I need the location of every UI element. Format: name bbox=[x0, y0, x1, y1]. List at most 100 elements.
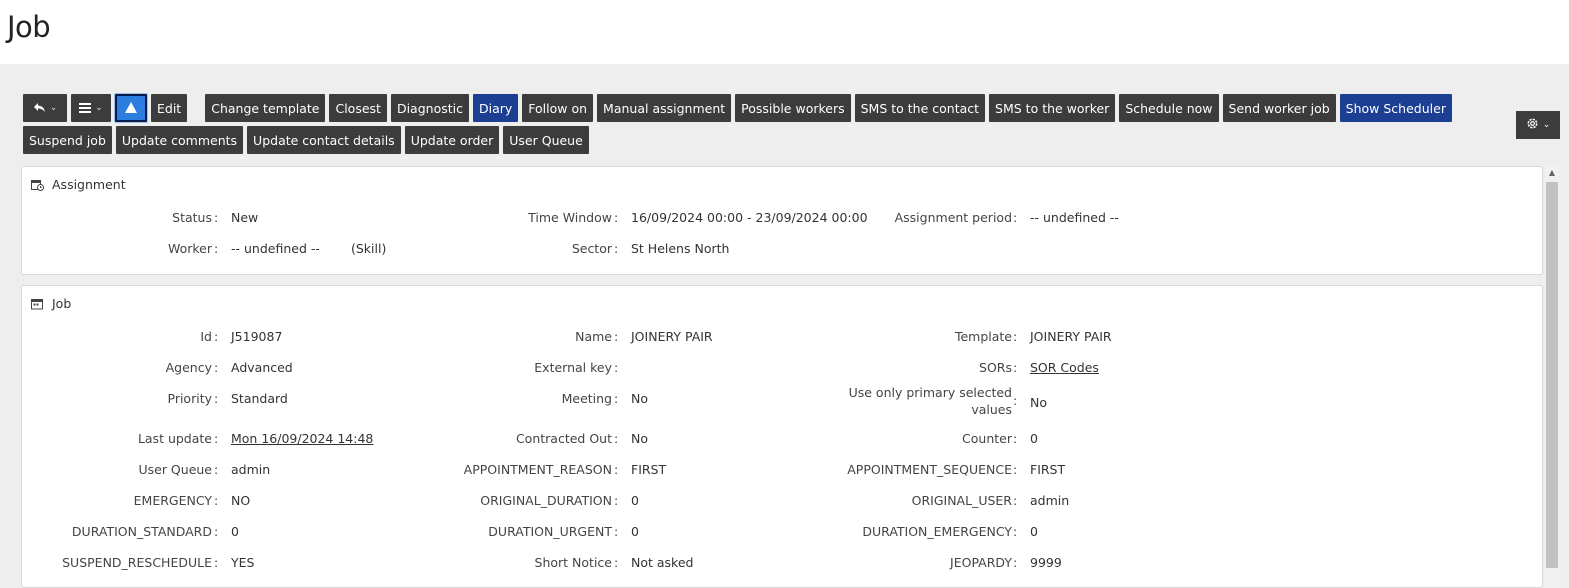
job-panel: Job Id : J519087 Name : JOINERY PAIR Tem… bbox=[21, 285, 1543, 588]
reply-icon bbox=[33, 101, 46, 116]
appointment-sequence-label: APPOINTMENT_SEQUENCE bbox=[847, 462, 1012, 477]
chevron-down-icon: ⌄ bbox=[49, 103, 58, 113]
job-panel-header: Job bbox=[31, 296, 71, 311]
agency-value: Advanced bbox=[231, 360, 293, 375]
suspend-job-button[interactable]: Suspend job bbox=[23, 126, 112, 154]
closest-button[interactable]: Closest bbox=[329, 94, 387, 122]
last-update-link[interactable]: Mon 16/09/2024 14:48 bbox=[231, 431, 373, 446]
action-toolbar: ⌄ ⌄ Edit Change template Closest Diagnos… bbox=[23, 94, 1513, 154]
time-window-label: Time Window bbox=[528, 210, 612, 225]
assignment-period-value: -- undefined -- bbox=[1030, 210, 1119, 225]
vertical-scrollbar[interactable]: ▲ bbox=[1545, 166, 1559, 588]
duration-standard-colon: : bbox=[214, 524, 219, 539]
time-window-colon: : bbox=[614, 210, 619, 225]
duration-emergency-label: DURATION_EMERGENCY bbox=[862, 524, 1012, 539]
back-menu-button[interactable]: ⌄ bbox=[23, 94, 67, 122]
contracted-out-colon: : bbox=[614, 431, 619, 446]
external-key-colon: : bbox=[614, 360, 619, 375]
sector-colon: : bbox=[614, 241, 619, 256]
list-menu-button[interactable]: ⌄ bbox=[71, 94, 111, 122]
name-label: Name bbox=[575, 329, 612, 344]
template-colon: : bbox=[1013, 329, 1018, 344]
last-update-colon: : bbox=[214, 431, 219, 446]
short-notice-value: Not asked bbox=[631, 555, 694, 570]
page-header: Job bbox=[0, 0, 1569, 64]
duration-standard-label: DURATION_STANDARD bbox=[71, 524, 212, 539]
schedule-now-button[interactable]: Schedule now bbox=[1119, 94, 1219, 122]
agency-label: Agency bbox=[165, 360, 212, 375]
assignment-panel-header: Assignment bbox=[31, 177, 126, 192]
update-order-button[interactable]: Update order bbox=[404, 126, 500, 154]
duration-urgent-colon: : bbox=[614, 524, 619, 539]
send-worker-job-button[interactable]: Send worker job bbox=[1222, 94, 1336, 122]
appointment-reason-value: FIRST bbox=[631, 462, 667, 477]
job-title: Job bbox=[52, 296, 72, 311]
emergency-colon: : bbox=[214, 493, 219, 508]
worker-skill: (Skill) bbox=[351, 241, 387, 256]
meeting-label: Meeting bbox=[561, 391, 612, 406]
settings-menu-button[interactable]: ⌄ bbox=[1516, 111, 1560, 139]
meeting-colon: : bbox=[614, 391, 619, 406]
priority-value: Standard bbox=[231, 391, 288, 406]
template-value: JOINERY PAIR bbox=[1030, 329, 1112, 344]
worker-label: Worker bbox=[167, 241, 212, 256]
agency-colon: : bbox=[214, 360, 219, 375]
assignment-panel: Assignment Status : New Time Window : 16… bbox=[21, 166, 1543, 275]
sms-worker-button[interactable]: SMS to the worker bbox=[989, 94, 1116, 122]
emergency-value: NO bbox=[231, 493, 251, 508]
jeopardy-label: JEOPARDY bbox=[950, 555, 1012, 570]
update-comments-button[interactable]: Update comments bbox=[115, 126, 244, 154]
jeopardy-value: 9999 bbox=[1030, 555, 1062, 570]
worker-value: -- undefined -- bbox=[231, 241, 320, 256]
edit-button[interactable]: Edit bbox=[151, 94, 188, 122]
sms-contact-button[interactable]: SMS to the contact bbox=[854, 94, 986, 122]
suspend-reschedule-value: YES bbox=[231, 555, 255, 570]
user-queue-value: admin bbox=[231, 462, 271, 477]
sors-colon: : bbox=[1013, 360, 1018, 375]
name-colon: : bbox=[614, 329, 619, 344]
user-queue-label: User Queue bbox=[138, 462, 212, 477]
priority-colon: : bbox=[214, 391, 219, 406]
last-update-label: Last update bbox=[137, 431, 212, 446]
calendar-clock-icon bbox=[31, 179, 44, 191]
change-template-button[interactable]: Change template bbox=[205, 94, 326, 122]
scrollbar-thumb[interactable] bbox=[1546, 182, 1558, 568]
page-title: Job bbox=[7, 10, 51, 44]
short-notice-label: Short Notice bbox=[534, 555, 612, 570]
contracted-out-value: No bbox=[631, 431, 648, 446]
possible-workers-button[interactable]: Possible workers bbox=[735, 94, 851, 122]
original-duration-value: 0 bbox=[631, 493, 639, 508]
assignment-period-label: Assignment period bbox=[894, 210, 1012, 225]
original-duration-colon: : bbox=[614, 493, 619, 508]
status-colon: : bbox=[214, 210, 219, 225]
contracted-out-label: Contracted Out bbox=[515, 431, 612, 446]
list-icon bbox=[79, 101, 92, 116]
update-contact-details-button[interactable]: Update contact details bbox=[247, 126, 401, 154]
triangle-toggle-button[interactable] bbox=[115, 94, 147, 122]
status-label: Status bbox=[172, 210, 212, 225]
primary-values-label: Use only primary selected values bbox=[848, 385, 1012, 417]
sector-value: St Helens North bbox=[631, 241, 730, 256]
sors-label: SORs bbox=[979, 360, 1012, 375]
appointment-reason-label: APPOINTMENT_REASON bbox=[463, 462, 612, 477]
suspend-reschedule-label: SUSPEND_RESCHEDULE bbox=[62, 555, 212, 570]
short-notice-colon: : bbox=[614, 555, 619, 570]
scroll-up-arrow-icon[interactable]: ▲ bbox=[1545, 168, 1559, 180]
user-queue-colon: : bbox=[214, 462, 219, 477]
show-scheduler-button[interactable]: Show Scheduler bbox=[1339, 94, 1452, 122]
original-duration-label: ORIGINAL_DURATION bbox=[480, 493, 612, 508]
suspend-reschedule-colon: : bbox=[214, 555, 219, 570]
appointment-sequence-colon: : bbox=[1013, 462, 1018, 477]
follow-on-button[interactable]: Follow on bbox=[522, 94, 594, 122]
diary-button[interactable]: Diary bbox=[472, 94, 519, 122]
chevron-down-icon: ⌄ bbox=[1542, 120, 1551, 130]
sor-codes-link[interactable]: SOR Codes bbox=[1030, 360, 1099, 375]
external-key-label: External key bbox=[534, 360, 612, 375]
user-queue-button[interactable]: User Queue bbox=[503, 126, 589, 154]
appointment-reason-colon: : bbox=[614, 462, 619, 477]
manual-assignment-button[interactable]: Manual assignment bbox=[597, 94, 732, 122]
appointment-sequence-value: FIRST bbox=[1030, 462, 1066, 477]
duration-standard-value: 0 bbox=[231, 524, 239, 539]
meeting-value: No bbox=[631, 391, 648, 406]
diagnostic-button[interactable]: Diagnostic bbox=[390, 94, 469, 122]
